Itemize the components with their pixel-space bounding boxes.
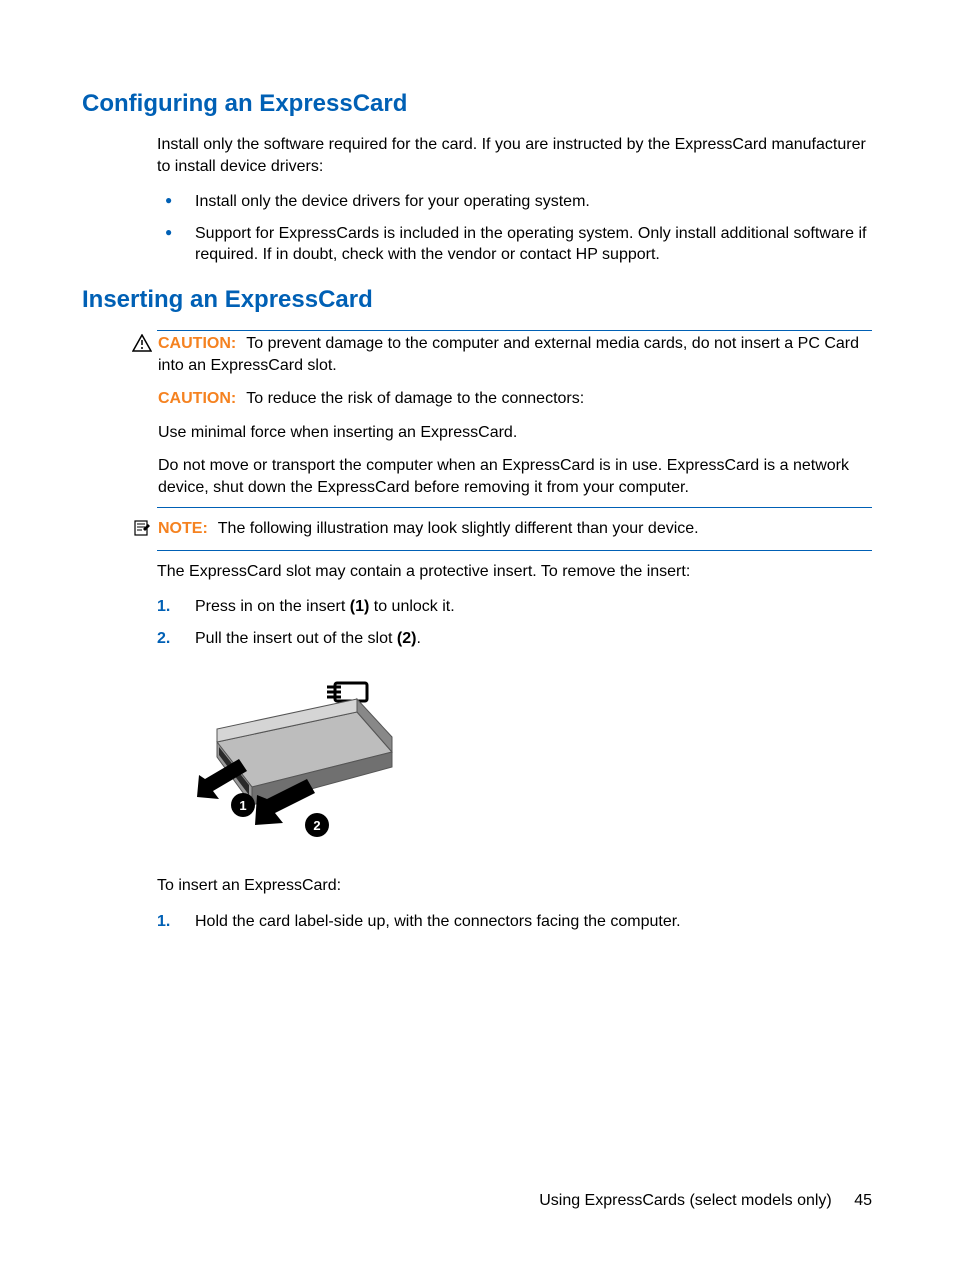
step-item: 2. Pull the insert out of the slot (2).	[157, 628, 872, 650]
svg-text:1: 1	[239, 798, 246, 813]
page-footer: Using ExpressCards (select models only) …	[539, 1192, 872, 1210]
step-number: 1.	[157, 596, 170, 618]
note-icon	[132, 519, 152, 542]
step-number: 2.	[157, 628, 170, 650]
heading-configuring: Configuring an ExpressCard	[82, 90, 872, 118]
step-number: 1.	[157, 911, 170, 933]
note-text: The following illustration may look slig…	[218, 520, 699, 537]
page-number: 45	[854, 1192, 872, 1209]
insert-intro: To insert an ExpressCard:	[82, 875, 872, 897]
caution-icon	[132, 334, 152, 357]
caution-text: To reduce the risk of damage to the conn…	[246, 390, 584, 407]
after-note-para: The ExpressCard slot may contain a prote…	[157, 561, 872, 583]
warn-text: Use minimal force when inserting an Expr…	[158, 422, 872, 444]
bullet-item: Support for ExpressCards is included in …	[157, 223, 872, 266]
intro-para: Install only the software required for t…	[157, 134, 872, 177]
step-item: 1. Press in on the insert (1) to unlock …	[157, 596, 872, 618]
caution-text: To prevent damage to the computer and ex…	[158, 335, 859, 374]
svg-text:2: 2	[313, 818, 320, 833]
heading-inserting: Inserting an ExpressCard	[82, 286, 872, 314]
warn-text: Do not move or transport the computer wh…	[158, 455, 872, 498]
caution-label: CAUTION:	[158, 390, 236, 407]
step-item: 1. Hold the card label-side up, with the…	[157, 911, 872, 933]
bullet-item: Install only the device drivers for your…	[157, 191, 872, 213]
footer-text: Using ExpressCards (select models only)	[539, 1192, 832, 1209]
caution-label: CAUTION:	[158, 335, 236, 352]
note-label: NOTE:	[158, 520, 208, 537]
expresscard-illustration: 1 2	[197, 667, 407, 857]
